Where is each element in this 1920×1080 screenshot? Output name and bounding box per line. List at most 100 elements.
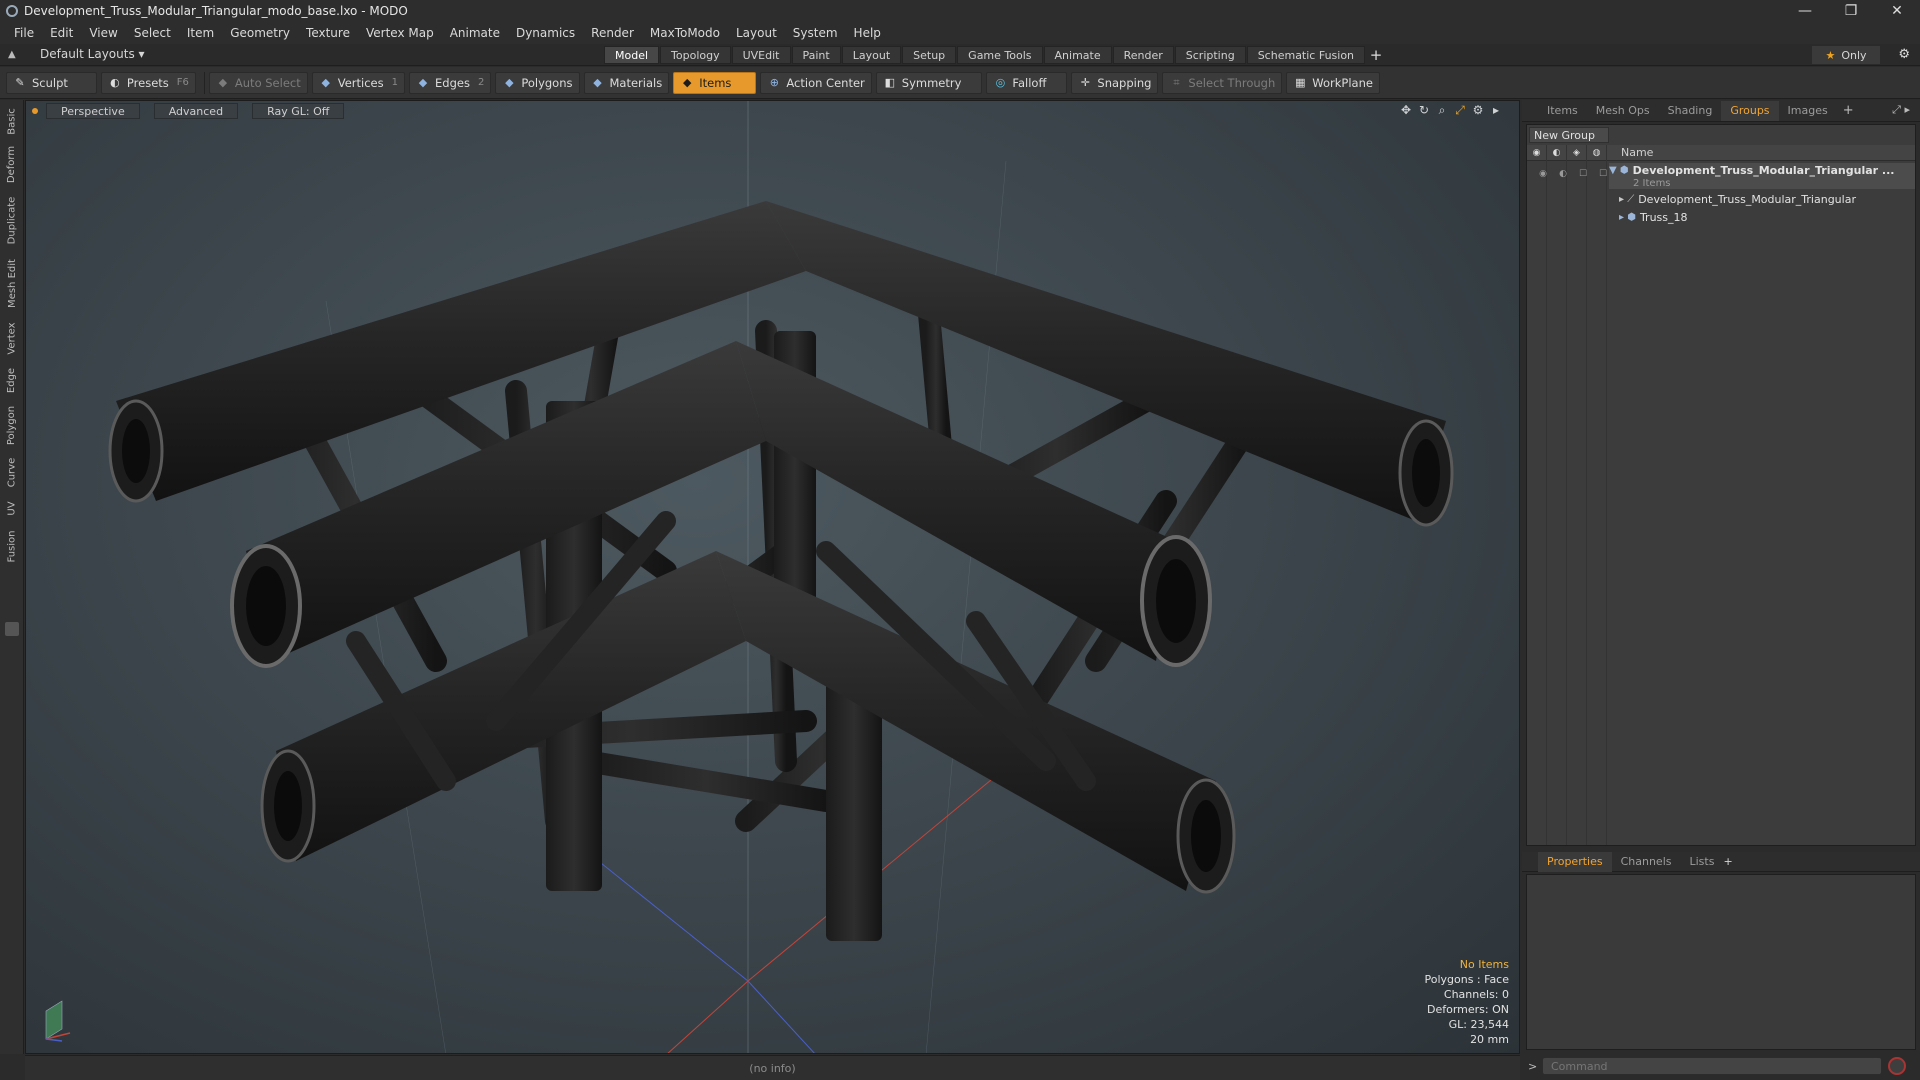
- workplane-icon: ▦: [1295, 76, 1306, 89]
- menu-view[interactable]: View: [81, 26, 125, 40]
- menu-item[interactable]: Item: [179, 26, 222, 40]
- tab-render[interactable]: Render: [1112, 46, 1174, 64]
- close-button[interactable]: ✕: [1874, 0, 1920, 22]
- add-tab-icon[interactable]: +: [1837, 103, 1860, 118]
- command-history-button[interactable]: [1888, 1057, 1906, 1075]
- menu-geometry[interactable]: Geometry: [222, 26, 298, 40]
- tab-animate[interactable]: Animate: [1043, 46, 1112, 64]
- menu-select[interactable]: Select: [126, 26, 179, 40]
- tab-layout[interactable]: Layout: [841, 46, 902, 64]
- menu-vertex-map[interactable]: Vertex Map: [358, 26, 442, 40]
- vtab-deform[interactable]: Deform: [2, 144, 22, 184]
- menu-dynamics[interactable]: Dynamics: [508, 26, 583, 40]
- command-input[interactable]: [1542, 1057, 1882, 1075]
- falloff-button[interactable]: ◎ Falloff: [986, 71, 1068, 94]
- vertices-button[interactable]: ◆ Vertices 1: [311, 71, 405, 94]
- panel-toggle-button[interactable]: [5, 622, 19, 636]
- tab-scripting[interactable]: Scripting: [1174, 46, 1246, 64]
- gear-icon[interactable]: ⚙: [1898, 47, 1910, 62]
- viewport-settings-icon[interactable]: ⚙: [1469, 103, 1487, 118]
- items-button[interactable]: ◆ Items: [673, 71, 757, 94]
- lock-column-icon[interactable]: ◈: [1567, 144, 1587, 161]
- tab-setup[interactable]: Setup: [902, 46, 957, 64]
- group-child-mesh[interactable]: ▸ ⟋ Development_Truss_Modular_Triangular: [1609, 191, 1856, 207]
- presets-label: Presets: [126, 75, 169, 90]
- tab-properties[interactable]: Properties: [1538, 851, 1612, 872]
- menu-file[interactable]: File: [6, 26, 42, 40]
- group-row-root[interactable]: ▼ ⬢ Development_Truss_Modular_Triangular…: [1609, 163, 1915, 177]
- select-column-icon[interactable]: ◍: [1587, 144, 1607, 161]
- minimize-button[interactable]: —: [1782, 0, 1828, 22]
- vtab-edge[interactable]: Edge: [2, 364, 22, 396]
- vtab-mesh-edit[interactable]: Mesh Edit: [2, 256, 22, 310]
- menu-render[interactable]: Render: [583, 26, 642, 40]
- menu-system[interactable]: System: [785, 26, 846, 40]
- lock-toggle-icon[interactable]: ☐: [1573, 169, 1593, 179]
- menu-edit[interactable]: Edit: [42, 26, 81, 40]
- tab-groups[interactable]: Groups: [1721, 100, 1779, 121]
- command-row: >: [1522, 1052, 1920, 1080]
- tab-game-tools[interactable]: Game Tools: [957, 46, 1043, 64]
- tab-topology[interactable]: Topology: [660, 46, 731, 64]
- render-toggle-icon[interactable]: ◐: [1553, 169, 1573, 179]
- presets-button[interactable]: ◐ Presets F6: [100, 71, 196, 94]
- restore-button[interactable]: ❐: [1828, 0, 1874, 22]
- tab-model[interactable]: Model: [604, 46, 660, 64]
- sculpt-button[interactable]: ✎ Sculpt: [6, 71, 97, 94]
- menu-texture[interactable]: Texture: [298, 26, 358, 40]
- vtab-duplicate[interactable]: Duplicate: [2, 192, 22, 248]
- expand-arrow-icon[interactable]: ▸: [1487, 103, 1505, 118]
- edges-button[interactable]: ◆ Edges 2: [409, 71, 492, 94]
- visibility-column-icon[interactable]: ◉: [1527, 144, 1547, 161]
- rotate-icon[interactable]: ↻: [1415, 103, 1433, 118]
- eye-icon[interactable]: ◉: [1533, 169, 1553, 179]
- add-tab-icon[interactable]: +: [1366, 46, 1386, 64]
- fit-icon[interactable]: ⤢: [1451, 103, 1469, 118]
- raygl-toggle[interactable]: Ray GL: Off: [252, 103, 345, 119]
- vtab-basic[interactable]: Basic: [2, 106, 22, 136]
- menu-maxtomodo[interactable]: MaxToModo: [642, 26, 728, 40]
- tab-images[interactable]: Images: [1779, 101, 1837, 121]
- symmetry-button[interactable]: ◧ Symmetry: [875, 71, 983, 94]
- auto-select-button[interactable]: ◆ Auto Select: [208, 71, 308, 94]
- tab-channels[interactable]: Channels: [1612, 852, 1681, 872]
- tab-paint[interactable]: Paint: [791, 46, 841, 64]
- zoom-icon[interactable]: ⌕: [1433, 103, 1451, 118]
- tab-uvedit[interactable]: UVEdit: [731, 46, 791, 64]
- vtab-vertex[interactable]: Vertex: [2, 318, 22, 358]
- auto-select-label: Auto Select: [234, 75, 301, 90]
- perspective-dropdown[interactable]: Perspective: [46, 103, 140, 119]
- workplane-button[interactable]: ▦ WorkPlane: [1286, 71, 1380, 94]
- name-column-header[interactable]: Name: [1607, 146, 1653, 159]
- vtab-curve[interactable]: Curve: [2, 454, 22, 490]
- group-child-truss[interactable]: ▸ ⬢ Truss_18: [1609, 209, 1688, 225]
- vtab-uv[interactable]: UV: [2, 496, 22, 520]
- menu-help[interactable]: Help: [846, 26, 889, 40]
- only-toggle[interactable]: ★ Only: [1812, 46, 1880, 64]
- advanced-dropdown[interactable]: Advanced: [153, 103, 239, 119]
- menu-animate[interactable]: Animate: [442, 26, 508, 40]
- expand-panel-icon[interactable]: ⤢ ▸: [1892, 103, 1910, 117]
- viewport-menu-icon[interactable]: [32, 108, 38, 114]
- polygons-button[interactable]: ◆ Polygons: [495, 71, 580, 94]
- vtab-fusion[interactable]: Fusion: [2, 526, 22, 566]
- tab-shading[interactable]: Shading: [1659, 101, 1722, 121]
- new-group-button[interactable]: New Group: [1529, 127, 1609, 143]
- action-center-button[interactable]: ⊕ Action Center: [760, 71, 872, 94]
- menu-layout[interactable]: Layout: [728, 26, 785, 40]
- select-through-button[interactable]: ⌗ Select Through: [1162, 71, 1283, 94]
- properties-tabs: Properties Channels Lists +: [1522, 851, 1920, 872]
- pan-icon[interactable]: ✥: [1397, 103, 1415, 118]
- materials-button[interactable]: ◆ Materials: [583, 71, 670, 94]
- tab-schematic-fusion[interactable]: Schematic Fusion: [1246, 46, 1366, 64]
- layouts-dropdown[interactable]: ▲ Default Layouts ▾: [8, 47, 145, 61]
- render-column-icon[interactable]: ◐: [1547, 144, 1567, 161]
- add-props-tab-icon[interactable]: +: [1723, 855, 1732, 868]
- collapse-up-icon[interactable]: ▲: [8, 49, 22, 60]
- snapping-button[interactable]: ✛ Snapping: [1071, 71, 1159, 94]
- tab-mesh-ops[interactable]: Mesh Ops: [1587, 101, 1659, 121]
- 3d-viewport[interactable]: Perspective Advanced Ray GL: Off ✥ ↻ ⌕ ⤢…: [25, 100, 1520, 1054]
- tab-lists[interactable]: Lists: [1681, 852, 1724, 872]
- vtab-polygon[interactable]: Polygon: [2, 402, 22, 448]
- tab-items[interactable]: Items: [1538, 101, 1587, 121]
